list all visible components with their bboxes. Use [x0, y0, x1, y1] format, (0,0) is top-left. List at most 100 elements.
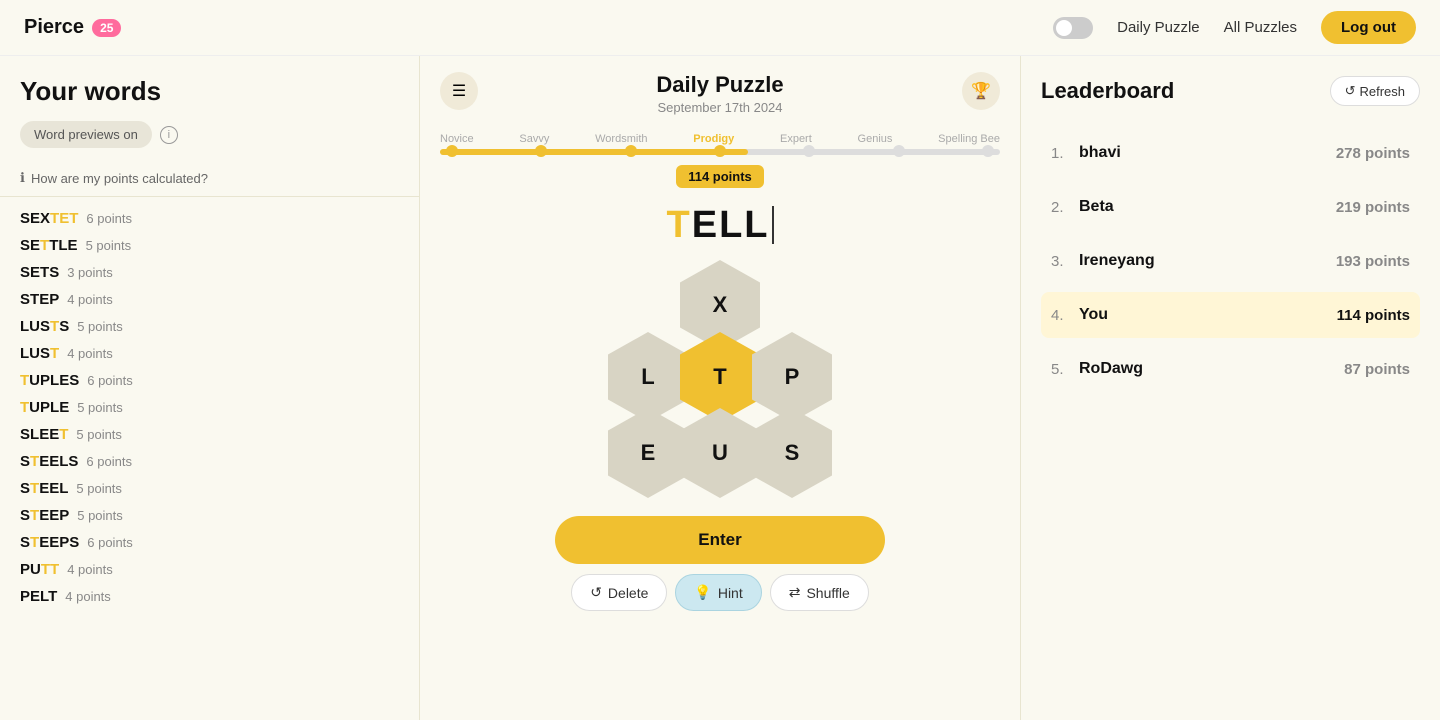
honeycomb: X L T P E U S [590, 260, 850, 500]
user-badge: 25 [92, 19, 121, 37]
lb-rank: 2. [1051, 199, 1079, 216]
refresh-button[interactable]: ↺ Refresh [1330, 76, 1420, 106]
progress-level-label: Expert [780, 133, 812, 145]
progress-dot [893, 145, 905, 157]
points-calc-row[interactable]: ℹ How are my points calculated? [0, 160, 419, 197]
word-points: 5 points [76, 427, 122, 442]
lb-name: Beta [1079, 198, 1336, 216]
trophy-icon-button[interactable]: 🏆 [962, 72, 1000, 110]
lb-points: 193 points [1336, 253, 1410, 270]
word-text: STEP [20, 291, 59, 308]
word-points: 5 points [86, 238, 132, 253]
list-item: STEELS 6 points [20, 448, 399, 475]
progress-dot [535, 145, 547, 157]
progress-dot [446, 145, 458, 157]
word-previews-toggle[interactable]: Word previews on [20, 121, 152, 148]
progress-level-label: Wordsmith [595, 133, 647, 145]
progress-level-label: Spelling Bee [938, 133, 1000, 145]
list-item: SLEET 5 points [20, 421, 399, 448]
your-words-title: Your words [20, 76, 399, 107]
hex-u[interactable]: U [680, 408, 760, 498]
main-layout: Your words Word previews on i ℹ How are … [0, 56, 1440, 720]
puzzle-title: Daily Puzzle [656, 72, 783, 98]
shuffle-label: Shuffle [806, 585, 849, 601]
leaderboard-title: Leaderboard [1041, 78, 1174, 104]
word-text: LUST [20, 345, 59, 362]
progress-labels: NoviceSavvyWordsmithProdigyExpertGeniusS… [440, 133, 1000, 145]
word-points: 4 points [67, 292, 113, 307]
nav-daily-puzzle[interactable]: Daily Puzzle [1117, 19, 1200, 36]
lb-rank: 4. [1051, 307, 1079, 324]
list-item: LUST 4 points [20, 340, 399, 367]
word-text: SLEET [20, 426, 68, 443]
hex-s[interactable]: S [752, 408, 832, 498]
word-points: 5 points [77, 400, 123, 415]
word-text: LUSTS [20, 318, 69, 335]
refresh-icon: ↺ [1345, 83, 1356, 99]
shuffle-icon: ⇄ [789, 584, 801, 601]
typed-letter-ell: ELL [692, 204, 770, 247]
left-panel-header: Your words Word previews on i [0, 56, 419, 160]
progress-level-label: Genius [858, 133, 893, 145]
word-points: 5 points [77, 508, 123, 523]
header: Pierce 25 Daily Puzzle All Puzzles Log o… [0, 0, 1440, 56]
app-name: Pierce [24, 16, 84, 39]
points-calc-label: How are my points calculated? [31, 171, 208, 186]
button-row: Enter ↺ Delete 💡 Hint ⇄ Shuffle [555, 516, 885, 611]
shuffle-button[interactable]: ⇄ Shuffle [770, 574, 869, 611]
leaderboard-row: 1.bhavi278 points [1041, 130, 1420, 176]
progress-dots [440, 145, 1000, 157]
delete-label: Delete [608, 585, 648, 601]
word-text: STEELS [20, 453, 78, 470]
word-text: TUPLES [20, 372, 79, 389]
delete-button[interactable]: ↺ Delete [571, 574, 667, 611]
theme-toggle[interactable] [1053, 17, 1093, 39]
word-text: TUPLE [20, 399, 69, 416]
lb-name: bhavi [1079, 144, 1336, 162]
header-left: Pierce 25 [24, 16, 121, 39]
delete-icon: ↺ [590, 584, 602, 601]
hint-button[interactable]: 💡 Hint [675, 574, 761, 611]
list-item: STEEP5 points [20, 502, 399, 529]
puzzle-header-icons: ☰ Daily Puzzle September 17th 2024 🏆 [440, 72, 1000, 125]
word-list: SEXTET6 pointsSETTLE5 pointsSETS3 points… [0, 197, 419, 720]
typing-display: TELL [667, 200, 774, 250]
theme-toggle-wrap [1053, 17, 1093, 39]
hex-e[interactable]: E [608, 408, 688, 498]
progress-level-label: Novice [440, 133, 474, 145]
leaderboard-row: 5.RoDawg87 points [1041, 346, 1420, 392]
list-item: TUPLE 5 points [20, 394, 399, 421]
lb-name: Ireneyang [1079, 252, 1336, 270]
word-points: 6 points [86, 211, 132, 226]
points-badge: 114 points [676, 165, 764, 188]
progress-level-label: Prodigy [693, 133, 734, 145]
enter-button[interactable]: Enter [555, 516, 885, 564]
typed-letter-t: T [667, 204, 692, 247]
nav-all-puzzles[interactable]: All Puzzles [1224, 19, 1297, 36]
left-panel: Your words Word previews on i ℹ How are … [0, 56, 420, 720]
puzzle-date: September 17th 2024 [656, 100, 783, 115]
list-item: SEXTET6 points [20, 205, 399, 232]
leaderboard-list: 1.bhavi278 points2.Beta219 points3.Irene… [1041, 130, 1420, 392]
lb-rank: 1. [1051, 145, 1079, 162]
list-item: LUSTS5 points [20, 313, 399, 340]
lb-name: You [1079, 306, 1337, 324]
word-previews-row: Word previews on i [20, 121, 399, 148]
word-previews-info-icon[interactable]: i [160, 126, 178, 144]
progress-dot [714, 145, 726, 157]
right-panel: Leaderboard ↺ Refresh 1.bhavi278 points 2… [1020, 56, 1440, 720]
word-text: STEEPS [20, 534, 79, 551]
leaderboard-row: 2.Beta219 points [1041, 184, 1420, 230]
logout-button[interactable]: Log out [1321, 11, 1416, 44]
hint-label: Hint [718, 585, 743, 601]
word-points: 4 points [67, 562, 113, 577]
word-points: 4 points [67, 346, 113, 361]
list-item: PUTT4 points [20, 556, 399, 583]
word-points: 3 points [67, 265, 113, 280]
list-item: TUPLES6 points [20, 367, 399, 394]
word-points: 6 points [86, 454, 132, 469]
leaderboard-row: 4.You114 points [1041, 292, 1420, 338]
list-icon-button[interactable]: ☰ [440, 72, 478, 110]
list-item: STEEPS6 points [20, 529, 399, 556]
text-cursor [772, 206, 774, 244]
